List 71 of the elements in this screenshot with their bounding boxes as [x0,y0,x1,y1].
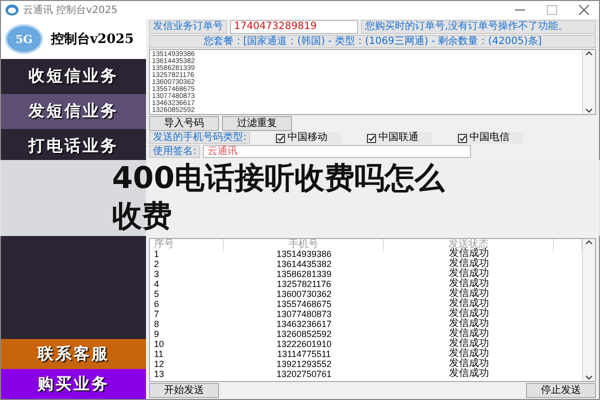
table-cell-text: 13077480873 [275,309,333,319]
console-title: 控制台v2025 [51,31,134,48]
order-label: 发信业务订单号 [149,20,227,34]
table-cell-text: 13114775511 [276,349,332,359]
table-cell-text: 13260852592 [275,329,333,339]
carrier-checkbox[interactable]: 中国电信 [456,132,524,144]
sidebar-button[interactable]: 联系客服 [1,339,146,369]
table-cell-text: 12 [154,359,166,369]
carrier-type-label: 发送的手机号码类型: [149,132,250,144]
scroll-up-icon [585,50,593,56]
table-cell-text: 发信成功 [448,259,490,269]
scroll-down-icon [585,108,593,114]
signature-label: 使用签名: [149,145,200,158]
table-cell-text: 发信成功 [448,339,490,349]
action-button[interactable]: 导入号码 [149,116,219,131]
table-cell-text: 11 [154,349,164,359]
carrier-checkbox[interactable]: 中国移动 [274,132,342,144]
sidebar-item[interactable]: 收短信业务 [1,59,146,94]
table-cell-text: 13 [154,369,166,379]
table-cell-text: 发信成功 [448,279,490,289]
table-cell-text: 2 [154,259,160,269]
table-cell-text: 6 [154,299,160,309]
scroll-down-icon [585,375,593,381]
table-cell-text: 13514939386 [275,249,333,259]
carrier-checkbox[interactable]: 中国联通 [365,132,432,144]
table-cell-text: 发信成功 [448,349,490,359]
table-cell-text: 7 [154,309,160,319]
table-cell-text: 10 [154,339,166,349]
maximize-icon [547,5,557,15]
table-cell-text: 8 [154,319,160,329]
table-cell-text: 5 [154,289,160,299]
table-cell-text: 3 [154,269,160,279]
table-cell-text: 发信成功 [448,289,490,299]
action-button[interactable]: 开始发送 [149,383,219,398]
close-icon [579,5,589,15]
check-icon [277,134,284,142]
table-cell-text: 9 [154,329,160,339]
table-cell-text: 13614435382 [275,259,333,269]
app-logo-icon [5,4,19,16]
table-cell-text: 发信成功 [448,369,490,379]
table-cell-text: 13202750761 [275,369,333,379]
check-icon [459,134,466,142]
table-cell-text: 13586281339 [275,269,333,279]
sidebar-item[interactable]: 发短信业务 [1,94,146,129]
table-cell-text: 13257821176 [276,279,332,289]
column-header: 手机号 [224,239,384,251]
table-cell-text: 13222601910 [275,339,333,349]
table-cell-text: 13463236617 [275,319,333,329]
table-cell-text: 发信成功 [448,269,490,279]
table-cell-text: 发信成功 [448,319,490,329]
action-button[interactable]: 过滤重复 [222,116,292,131]
table-cell-text: 1 [154,249,160,259]
sidebar-button[interactable]: 购买业务 [1,369,146,399]
order-note: 您购买时的订单号,没有订单号操作不了功能。 [361,20,596,34]
headline-text: 收费 [112,198,172,236]
table-cell-text: 4 [154,279,160,289]
scroll-up-icon [585,239,593,245]
signature-field[interactable]: 云通讯 [203,145,472,158]
window-title: 云通讯 控制台v2025 [23,4,119,17]
check-icon [368,134,376,142]
table-cell-text: 发信成功 [448,329,490,339]
logo-badge: 5G [5,24,43,54]
order-number-field[interactable]: 1740473289819 [230,20,358,34]
table-cell-text: 发信成功 [448,359,490,369]
table-cell-text: 发信成功 [448,299,490,309]
package-info: 您套餐：[国家通道：(韩国) - 类型：(1069三网通) - 剩余数量：(42005)条] [149,35,596,48]
table-cell-text: 发信成功 [448,309,490,319]
table-cell-text: 13600730362 [275,289,333,299]
action-button[interactable]: 停止发送 [526,383,596,398]
table-cell-text: 13557468675 [275,299,333,309]
table-cell-text: 13921293552 [275,359,333,369]
